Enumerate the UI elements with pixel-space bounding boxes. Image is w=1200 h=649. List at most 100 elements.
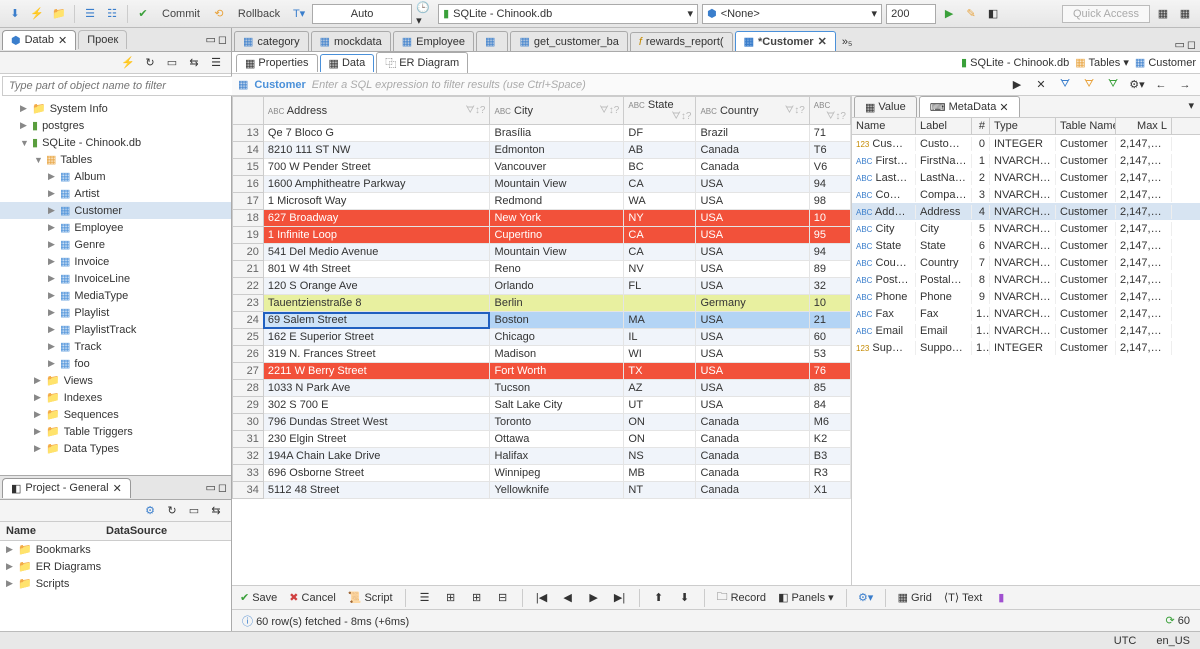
config-icon[interactable]: ⚙▾ bbox=[857, 589, 875, 607]
chart-icon[interactable]: ▮ bbox=[992, 589, 1010, 607]
refresh-count[interactable]: ⟳ 60 bbox=[1165, 614, 1190, 627]
editor-tab[interactable]: frewards_report( bbox=[630, 32, 733, 51]
tab-projects[interactable]: Проек bbox=[78, 30, 127, 49]
tabs-overflow[interactable]: »₅ bbox=[836, 33, 859, 51]
rollback-button[interactable]: Rollback bbox=[232, 8, 286, 20]
back-icon[interactable]: ← bbox=[1152, 76, 1170, 94]
txn-mode-combo[interactable]: Auto bbox=[312, 4, 412, 24]
tree-item-views[interactable]: ▶📁Views bbox=[0, 372, 231, 389]
prev-icon[interactable]: ◀ bbox=[559, 589, 577, 607]
tree-item-track[interactable]: ▶▦Track bbox=[0, 338, 231, 355]
refresh-icon[interactable]: ↻ bbox=[141, 54, 159, 72]
sql-recent-icon[interactable]: ☷ bbox=[103, 5, 121, 23]
text-view-button[interactable]: ⟨T⟩ Text bbox=[942, 591, 985, 604]
project-tree[interactable]: ▶📁Bookmarks▶📁ER Diagrams▶📁Scripts bbox=[0, 541, 231, 631]
metadata-row[interactable]: ABC Cou…Country7NVARCHARCustomer2,147,48… bbox=[852, 254, 1200, 271]
tree-item-employee[interactable]: ▶▦Employee bbox=[0, 219, 231, 236]
tree-item-indexes[interactable]: ▶📁Indexes bbox=[0, 389, 231, 406]
crumb-customer[interactable]: ▦ Customer bbox=[1135, 56, 1196, 69]
new-connection-icon[interactable]: ⬇ bbox=[6, 5, 24, 23]
tab-data[interactable]: ▦Data bbox=[320, 54, 375, 72]
panels-button[interactable]: ◧ Panels ▾ bbox=[776, 591, 836, 604]
tab-metadata[interactable]: ⌨MetaData✕ bbox=[919, 96, 1020, 117]
collapse-icon[interactable]: ▭ bbox=[163, 54, 181, 72]
import-icon[interactable]: ⬇ bbox=[676, 589, 694, 607]
project-item-er-diagrams[interactable]: ▶📁ER Diagrams bbox=[0, 558, 231, 575]
tab-value[interactable]: ▦Value bbox=[854, 96, 917, 117]
tab-er-diagram[interactable]: ⿻ER Diagram bbox=[376, 52, 468, 73]
limit-input[interactable]: 200 bbox=[886, 4, 936, 24]
datasource-combo[interactable]: ▮SQLite - Chinook.db▾ bbox=[438, 4, 698, 24]
tree-item-invoice[interactable]: ▶▦Invoice bbox=[0, 253, 231, 270]
export-icon[interactable]: ⬆ bbox=[650, 589, 668, 607]
record-button[interactable]: 🗀 Record bbox=[715, 588, 768, 607]
table-row[interactable]: 23Tauentzienstraße 8BerlinGermany10 bbox=[233, 295, 851, 312]
table-row[interactable]: 21801 W 4th StreetRenoNVUSA89 bbox=[233, 261, 851, 278]
tree-item-sqlite-chinook-db[interactable]: ▼▮SQLite - Chinook.db bbox=[0, 134, 231, 151]
metadata-row[interactable]: ABC EmailEmail1…NVARCHARCustomer2,147,48… bbox=[852, 322, 1200, 339]
sql-editor-icon[interactable]: ☰ bbox=[81, 5, 99, 23]
first-icon[interactable]: |◀ bbox=[533, 589, 551, 607]
minimize-icon[interactable]: ▭ bbox=[205, 33, 215, 46]
tree-item-mediatype[interactable]: ▶▦MediaType bbox=[0, 287, 231, 304]
metadata-row[interactable]: ABC FaxFax1…NVARCHARCustomer2,147,483 bbox=[852, 305, 1200, 322]
editor-tab[interactable]: ▦get_customer_ba bbox=[510, 31, 627, 51]
maximize-icon[interactable]: ◻ bbox=[218, 33, 227, 46]
tab-properties[interactable]: ▦Properties bbox=[236, 54, 318, 72]
meta-col-name[interactable]: Name bbox=[852, 118, 916, 134]
table-row[interactable]: 31230 Elgin StreetOttawaONCanadaK2 bbox=[233, 431, 851, 448]
tree-item-foo[interactable]: ▶▦foo bbox=[0, 355, 231, 372]
del-row-icon[interactable]: ⊟ bbox=[494, 589, 512, 607]
editor-tab[interactable]: ▦ bbox=[476, 31, 508, 51]
table-row[interactable]: 22120 S Orange AveOrlandoFLUSA32 bbox=[233, 278, 851, 295]
metadata-list[interactable]: 123 Cus…Custo…0INTEGERCustomer2,147,483A… bbox=[852, 135, 1200, 585]
filter-tree-icon[interactable]: ☰ bbox=[207, 54, 225, 72]
commit-button[interactable]: Commit bbox=[156, 8, 206, 20]
grid-view-button[interactable]: ▦ Grid bbox=[896, 591, 934, 604]
editor-tab[interactable]: ▦category bbox=[234, 31, 309, 51]
tab-database[interactable]: ⬢Datab✕ bbox=[2, 30, 76, 50]
table-row[interactable]: 26319 N. Frances StreetMadisonWIUSA53 bbox=[233, 346, 851, 363]
metadata-row[interactable]: ABC First…FirstNa…1NVARCHARCustomer2,147… bbox=[852, 152, 1200, 169]
table-row[interactable]: 2469 Salem StreetBostonMAUSA21 bbox=[233, 312, 851, 329]
link-icon[interactable]: ⇆ bbox=[185, 54, 203, 72]
script-button[interactable]: 📜Script bbox=[346, 591, 395, 604]
clear-filter-icon[interactable]: ✕ bbox=[1032, 76, 1050, 94]
table-row[interactable]: 25162 E Superior StreetChicagoILUSA60 bbox=[233, 329, 851, 346]
metadata-row[interactable]: ABC Post…Postal…8NVARCHARCustomer2,147,4… bbox=[852, 271, 1200, 288]
data-grid[interactable]: ABC Addressᗊ↕?ABC Cityᗊ↕?ABC Stateᗊ↕?ABC… bbox=[232, 96, 851, 499]
filter-icon[interactable]: ᗊ bbox=[1104, 76, 1122, 94]
tab-project-general[interactable]: ◧Project - General✕ bbox=[2, 478, 131, 498]
table-row[interactable]: 191 Infinite LoopCupertinoCAUSA95 bbox=[233, 227, 851, 244]
next-icon[interactable]: ▶ bbox=[585, 589, 603, 607]
commit-icon[interactable]: ✔ bbox=[134, 5, 152, 23]
table-row[interactable]: 18627 BroadwayNew YorkNYUSA10 bbox=[233, 210, 851, 227]
filter-hint[interactable]: Enter a SQL expression to filter results… bbox=[312, 79, 1002, 91]
refresh-icon[interactable]: ↻ bbox=[163, 502, 181, 520]
tree-item-table-triggers[interactable]: ▶📁Table Triggers bbox=[0, 423, 231, 440]
schema-combo[interactable]: ⬢<None>▾ bbox=[702, 4, 882, 24]
connect-icon[interactable]: ⚡ bbox=[119, 54, 137, 72]
meta-col-label[interactable]: Label bbox=[916, 118, 972, 134]
tree-item-artist[interactable]: ▶▦Artist bbox=[0, 185, 231, 202]
perspective-icon[interactable]: ▦ bbox=[1154, 5, 1172, 23]
settings-icon[interactable]: ⚙ bbox=[141, 502, 159, 520]
crumb-tables[interactable]: ▦ Tables ▾ bbox=[1075, 56, 1129, 69]
collapse-icon[interactable]: ▭ bbox=[185, 502, 203, 520]
table-row[interactable]: 345112 48 StreetYellowknifeNTCanadaX1 bbox=[233, 482, 851, 499]
metadata-row[interactable]: 123 Sup…Suppo…1…INTEGERCustomer2,147,483 bbox=[852, 339, 1200, 356]
table-row[interactable]: 281033 N Park AveTucsonAZUSA85 bbox=[233, 380, 851, 397]
tree-item-invoiceline[interactable]: ▶▦InvoiceLine bbox=[0, 270, 231, 287]
apply-filter-icon[interactable]: ▶ bbox=[1008, 76, 1026, 94]
settings-icon[interactable]: ⚙▾ bbox=[1128, 76, 1146, 94]
editor-tab[interactable]: ▦*Customer ✕ bbox=[735, 31, 836, 51]
metadata-row[interactable]: ABC Co…Compa…3NVARCHARCustomer2,147,483 bbox=[852, 186, 1200, 203]
editor-tab[interactable]: ▦mockdata bbox=[311, 31, 391, 51]
tree-item-system-info[interactable]: ▶📁System Info bbox=[0, 100, 231, 117]
tree-item-playlisttrack[interactable]: ▶▦PlaylistTrack bbox=[0, 321, 231, 338]
tree-item-album[interactable]: ▶▦Album bbox=[0, 168, 231, 185]
link-icon[interactable]: ⇆ bbox=[207, 502, 225, 520]
tree-item-tables[interactable]: ▼▦Tables bbox=[0, 151, 231, 168]
filter-icon[interactable]: ᗊ bbox=[1056, 76, 1074, 94]
table-row[interactable]: 161600 Amphitheatre ParkwayMountain View… bbox=[233, 176, 851, 193]
